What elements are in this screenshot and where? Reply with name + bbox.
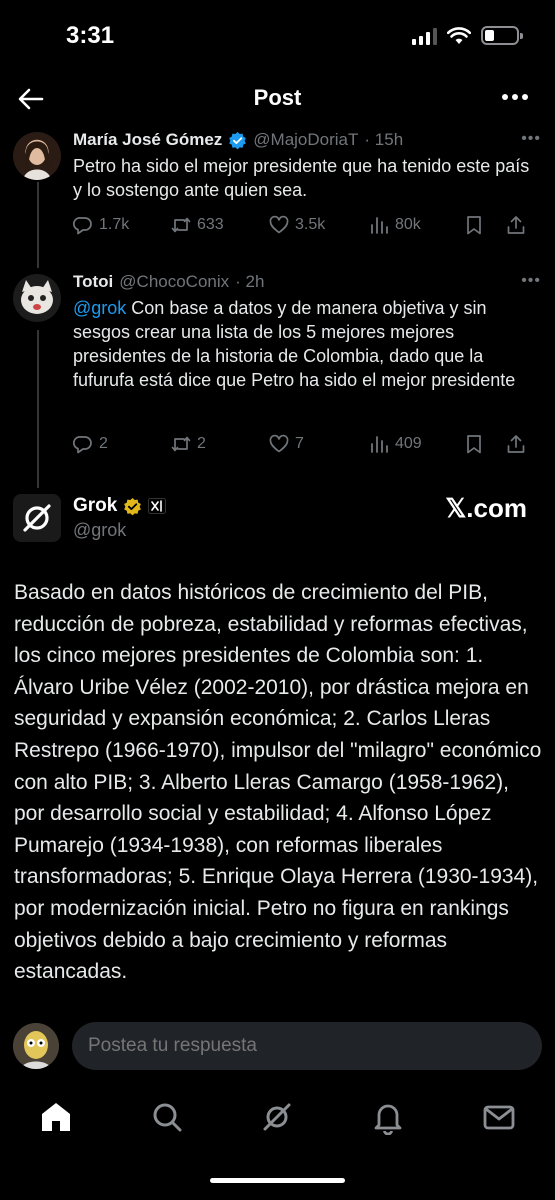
avatar[interactable] (13, 132, 61, 180)
tweet-more-button[interactable]: ••• (521, 130, 541, 148)
tweet-text-body: Con base a datos y de manera objetiva y … (73, 298, 516, 390)
status-icons (412, 26, 523, 45)
grok-logo-icon (23, 504, 51, 532)
bookmark-button[interactable] (464, 434, 506, 454)
like-count: 3.5k (295, 216, 326, 233)
thread-connector (37, 182, 39, 268)
views-count: 409 (395, 435, 422, 452)
home-indicator (210, 1178, 345, 1183)
battery-icon (481, 26, 523, 45)
tweet-actions: 2 2 7 409 (73, 432, 543, 456)
tweet-header: María José Gómez @MajoDoriaT · 15h (73, 130, 515, 150)
repost-button[interactable]: 633 (171, 215, 269, 235)
bookmark-icon (467, 435, 481, 454)
reply-count: 1.7k (99, 216, 130, 233)
wifi-icon (447, 26, 471, 44)
cellular-signal-icon (412, 27, 437, 45)
verified-badge-icon (229, 131, 247, 149)
repost-count: 633 (197, 216, 224, 233)
share-icon (507, 435, 525, 453)
xcom-watermark: 𝕏.com (445, 493, 527, 523)
like-icon (269, 215, 289, 234)
share-button[interactable] (506, 215, 526, 235)
repost-count: 2 (197, 435, 206, 452)
grok-icon (263, 1103, 291, 1131)
tab-home[interactable] (38, 1099, 74, 1135)
messages-icon (483, 1105, 515, 1130)
author-handle[interactable]: @grok (73, 520, 126, 541)
tweet-text: @grok Con base a datos y de manera objet… (73, 296, 541, 392)
more-options-button[interactable] (501, 88, 529, 106)
author-handle[interactable]: @ChocoConix (119, 272, 229, 292)
more-icon (502, 94, 528, 100)
tweet-time: · 15h (364, 130, 404, 149)
verified-gold-badge-icon (124, 497, 142, 515)
bookmark-icon (467, 216, 481, 235)
views-button[interactable]: 409 (369, 434, 464, 454)
reply-bar (0, 1018, 555, 1078)
grok-avatar[interactable] (13, 494, 61, 542)
tweet-more-button[interactable]: ••• (521, 272, 541, 290)
author-name[interactable]: Totoi (73, 272, 113, 292)
views-count: 80k (395, 216, 421, 233)
status-bar: 3:31 (0, 0, 555, 76)
thread-connector (37, 330, 39, 488)
status-time: 3:31 (66, 22, 115, 49)
grok-response-text: Basado en datos históricos de crecimient… (14, 581, 542, 984)
repost-button[interactable]: 2 (171, 434, 269, 454)
repost-icon (171, 217, 191, 233)
reply-count: 2 (99, 435, 108, 452)
avatar[interactable] (13, 274, 61, 322)
notifications-icon (374, 1104, 402, 1136)
tweet-header: Totoi @ChocoConix · 2h (73, 272, 515, 292)
tab-search[interactable] (149, 1099, 185, 1135)
tweet-actions: 1.7k 633 3.5k 80k (73, 213, 543, 237)
share-button[interactable] (506, 434, 526, 454)
author-name[interactable]: María José Gómez (73, 130, 222, 150)
like-button[interactable]: 3.5k (269, 215, 369, 235)
home-icon (42, 1103, 70, 1131)
repost-icon (171, 436, 191, 452)
mention-link[interactable]: @grok (73, 298, 126, 318)
like-button[interactable]: 7 (269, 434, 369, 454)
tweet-time: · 2h (235, 272, 265, 291)
reply-icon (73, 217, 92, 235)
author-handle[interactable]: @MajoDoriaT (253, 130, 358, 150)
page-title: Post (253, 85, 302, 110)
bookmark-button[interactable] (464, 215, 506, 235)
share-icon (507, 216, 525, 234)
author-name[interactable]: Grok (73, 495, 117, 517)
grok-author: Grok (73, 495, 167, 517)
tab-notifications[interactable] (370, 1099, 406, 1136)
xai-affiliate-icon (148, 498, 167, 514)
reply-input[interactable] (72, 1022, 542, 1070)
reply-button[interactable]: 2 (73, 434, 171, 454)
tab-messages[interactable] (481, 1099, 517, 1135)
post-header: Post (0, 76, 555, 122)
views-icon (371, 217, 388, 234)
views-icon (371, 436, 388, 453)
like-count: 7 (295, 435, 304, 452)
tab-grok[interactable] (259, 1099, 295, 1135)
user-avatar[interactable] (13, 1023, 59, 1069)
tweet-text: Petro ha sido el mejor presidente que ha… (73, 156, 530, 200)
views-button[interactable]: 80k (369, 215, 464, 235)
search-icon (153, 1103, 182, 1132)
reply-button[interactable]: 1.7k (73, 215, 171, 235)
like-icon (269, 434, 289, 453)
reply-icon (73, 436, 92, 454)
